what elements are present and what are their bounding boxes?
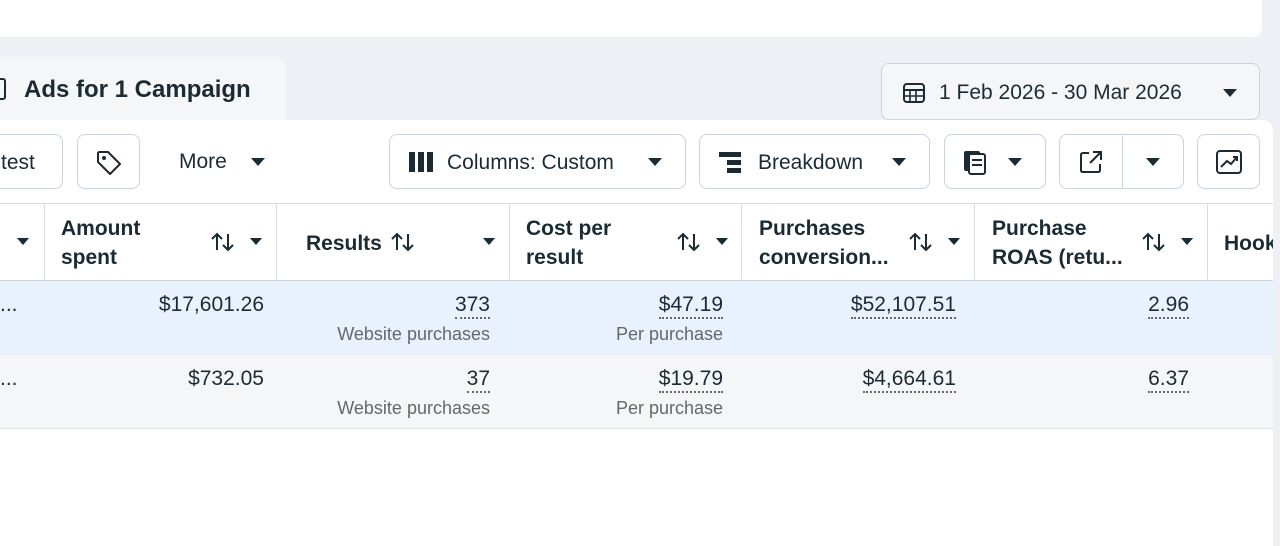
column-header-results[interactable]: Results xyxy=(306,229,382,258)
export-split-button[interactable] xyxy=(1059,134,1184,189)
columns-button[interactable]: Columns: Custom xyxy=(389,134,686,189)
test-button[interactable]: test xyxy=(0,134,63,189)
purchases-conversion-value[interactable]: $4,664.61 xyxy=(862,367,956,393)
date-range-label: 1 Feb 2026 - 30 Mar 2026 xyxy=(939,81,1182,104)
chart-button[interactable] xyxy=(1197,134,1260,189)
table-row[interactable]: ... $17,601.26 373 Website purchases $47… xyxy=(0,281,1273,355)
sort-icon[interactable] xyxy=(211,232,235,252)
sort-icon[interactable] xyxy=(677,232,701,252)
table-row[interactable]: ... $732.05 37 Website purchases $19.79 … xyxy=(0,355,1273,429)
row-name-truncated: ... xyxy=(0,293,18,316)
reports-button[interactable] xyxy=(944,134,1046,189)
ads-icon xyxy=(0,78,6,100)
tag-icon xyxy=(97,151,121,175)
chevron-down-icon[interactable] xyxy=(1180,237,1194,246)
sort-icon[interactable] xyxy=(1142,232,1166,252)
cost-per-result-subtitle: Per purchase xyxy=(615,324,723,344)
table-header: Amount spent Results Cost per result Pur… xyxy=(0,203,1273,281)
chevron-down-icon xyxy=(1223,89,1237,97)
cost-per-result-subtitle: Per purchase xyxy=(615,398,723,418)
test-button-label: test xyxy=(1,151,35,174)
chevron-down-icon xyxy=(251,158,265,166)
chevron-down-icon[interactable] xyxy=(249,237,263,246)
split-divider xyxy=(1122,135,1123,188)
chevron-down-icon xyxy=(1008,158,1022,166)
columns-icon xyxy=(409,152,433,172)
results-value[interactable]: 373 xyxy=(454,293,490,319)
chevron-down-icon xyxy=(892,158,906,166)
breakdown-label: Breakdown xyxy=(758,151,864,174)
roas-value[interactable]: 6.37 xyxy=(1148,367,1189,393)
amount-spent-value: $732.05 xyxy=(188,367,264,390)
reports-icon xyxy=(964,151,986,175)
breakdown-icon xyxy=(719,152,741,173)
top-card xyxy=(0,0,1262,37)
export-icon[interactable] xyxy=(1079,150,1103,174)
chevron-down-icon[interactable] xyxy=(1145,157,1161,167)
amount-spent-value: $17,601.26 xyxy=(158,293,264,316)
sort-icon[interactable] xyxy=(909,232,933,252)
tab-label: Ads for 1 Campaign xyxy=(24,76,251,103)
date-range-button[interactable]: 1 Feb 2026 - 30 Mar 2026 xyxy=(881,63,1260,120)
chevron-down-icon[interactable] xyxy=(482,237,496,246)
roas-value[interactable]: 2.96 xyxy=(1148,293,1189,319)
column-header-cost-per-result[interactable]: Cost per result xyxy=(526,214,611,272)
cost-per-result-value[interactable]: $19.79 xyxy=(658,367,723,393)
purchases-conversion-value[interactable]: $52,107.51 xyxy=(850,293,956,319)
more-button[interactable]: More xyxy=(179,150,227,174)
row-name-truncated: ... xyxy=(0,367,18,390)
more-label: More xyxy=(179,150,227,173)
results-subtitle: Website purchases xyxy=(337,324,490,344)
column-header-purchases-conversion[interactable]: Purchases conversion... xyxy=(759,214,889,272)
sort-icon[interactable] xyxy=(391,232,415,252)
chevron-down-icon xyxy=(648,158,662,166)
results-subtitle: Website purchases xyxy=(337,398,490,418)
chevron-down-icon[interactable] xyxy=(947,237,961,246)
tag-button[interactable] xyxy=(77,134,140,189)
cost-per-result-value[interactable]: $47.19 xyxy=(658,293,723,319)
column-header-hook[interactable]: Hook xyxy=(1224,229,1273,258)
columns-label: Columns: Custom xyxy=(447,151,614,174)
column-header-amount-spent[interactable]: Amount spent xyxy=(61,214,140,272)
chevron-down-icon[interactable] xyxy=(16,237,30,246)
column-header-purchase-roas[interactable]: Purchase ROAS (retu... xyxy=(992,214,1123,272)
calendar-icon xyxy=(903,83,925,103)
chevron-down-icon[interactable] xyxy=(715,237,729,246)
chart-icon xyxy=(1216,150,1242,174)
breakdown-button[interactable]: Breakdown xyxy=(699,134,930,189)
results-value[interactable]: 37 xyxy=(466,367,490,393)
